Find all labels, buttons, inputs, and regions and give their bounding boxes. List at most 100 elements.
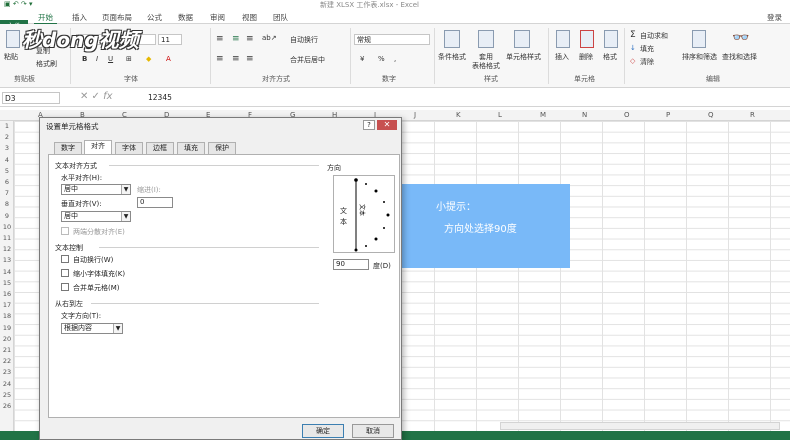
italic-icon[interactable]: I: [96, 55, 98, 63]
ok-button[interactable]: 确定: [302, 424, 344, 438]
row-header[interactable]: 20: [0, 335, 14, 343]
row-header[interactable]: 3: [0, 144, 14, 152]
row-header[interactable]: 17: [0, 301, 14, 309]
column-header[interactable]: R: [750, 111, 755, 119]
underline-icon[interactable]: U: [108, 55, 113, 63]
row-header[interactable]: 15: [0, 279, 14, 287]
cell-styles-icon[interactable]: [514, 30, 530, 48]
cell-styles-button[interactable]: 单元格样式: [506, 52, 541, 62]
conditional-format-icon[interactable]: [444, 30, 460, 48]
tab-page-layout[interactable]: 页面布局: [102, 12, 132, 23]
distributed-checkbox[interactable]: [61, 227, 69, 235]
align-middle-icon[interactable]: ≡: [232, 34, 240, 44]
tab-insert[interactable]: 插入: [72, 12, 87, 23]
row-header[interactable]: 4: [0, 156, 14, 164]
row-header[interactable]: 13: [0, 256, 14, 264]
quick-access-toolbar[interactable]: ▣ ↶ ↷ ▾: [4, 0, 33, 8]
v-align-select[interactable]: 居中 ▼: [61, 211, 131, 222]
align-left-icon[interactable]: ≡: [216, 54, 224, 64]
number-format-box[interactable]: 常规: [354, 34, 430, 45]
fill-color-icon[interactable]: ◆: [146, 55, 151, 63]
row-header[interactable]: 18: [0, 312, 14, 320]
row-header[interactable]: 10: [0, 223, 14, 231]
row-header[interactable]: 16: [0, 290, 14, 298]
tab-data[interactable]: 数据: [178, 12, 193, 23]
clear-icon[interactable]: ◇: [630, 57, 635, 65]
sort-filter-icon[interactable]: [692, 30, 706, 48]
name-box[interactable]: D3: [2, 92, 60, 104]
tab-number[interactable]: 数字: [54, 142, 82, 154]
tab-team[interactable]: 团队: [273, 12, 288, 23]
row-header[interactable]: 24: [0, 380, 14, 388]
fill-icon[interactable]: ↓: [630, 44, 636, 52]
cancel-button[interactable]: 取消: [352, 424, 394, 438]
tab-review[interactable]: 审阅: [210, 12, 225, 23]
format-painter-button[interactable]: 格式刷: [36, 59, 57, 69]
tab-font[interactable]: 字体: [115, 142, 143, 154]
column-header[interactable]: Q: [708, 111, 714, 119]
row-header[interactable]: 25: [0, 391, 14, 399]
vertical-text-option[interactable]: 文本: [340, 206, 348, 228]
row-header[interactable]: 6: [0, 178, 14, 186]
tab-formulas[interactable]: 公式: [147, 12, 162, 23]
wrap-text-button[interactable]: 自动换行: [290, 35, 318, 45]
indent-spinner[interactable]: 0: [137, 197, 173, 208]
conditional-format-button[interactable]: 条件格式: [438, 52, 466, 62]
align-right-icon[interactable]: ≡: [246, 54, 254, 64]
column-header[interactable]: P: [666, 111, 670, 119]
sort-filter-button[interactable]: 排序和筛选: [682, 52, 717, 62]
insert-cells-button[interactable]: 插入: [555, 52, 569, 62]
direction-select[interactable]: 根据内容 ▼: [61, 323, 123, 334]
shrink-checkbox[interactable]: [61, 269, 69, 277]
font-color-icon[interactable]: A: [166, 55, 171, 63]
tab-protection[interactable]: 保护: [208, 142, 236, 154]
delete-cells-icon[interactable]: [580, 30, 594, 48]
sum-icon[interactable]: Σ: [630, 30, 636, 40]
format-cells-icon[interactable]: [604, 30, 618, 48]
format-cells-button[interactable]: 格式: [603, 52, 617, 62]
orientation-arc[interactable]: 文本: [352, 176, 396, 254]
paste-button[interactable]: 粘贴: [4, 52, 18, 62]
column-header[interactable]: O: [624, 111, 630, 119]
column-header[interactable]: M: [540, 111, 546, 119]
tab-fill[interactable]: 填充: [177, 142, 205, 154]
find-select-button[interactable]: 查找和选择: [722, 52, 757, 62]
column-header[interactable]: J: [414, 111, 416, 119]
wrap-text-checkbox[interactable]: [61, 255, 69, 263]
row-header[interactable]: 1: [0, 122, 14, 130]
align-center-icon[interactable]: ≡: [232, 54, 240, 64]
border-icon[interactable]: ⊞: [126, 55, 132, 63]
column-header[interactable]: K: [456, 111, 461, 119]
table-format-icon[interactable]: [478, 30, 494, 48]
delete-cells-button[interactable]: 删除: [579, 52, 593, 62]
horizontal-scrollbar[interactable]: [500, 422, 780, 430]
tab-view[interactable]: 视图: [242, 12, 257, 23]
bold-icon[interactable]: B: [82, 55, 87, 63]
align-top-icon[interactable]: ≡: [216, 34, 224, 44]
close-button[interactable]: ✕: [377, 120, 397, 130]
insert-cells-icon[interactable]: [556, 30, 570, 48]
formula-input[interactable]: 12345: [148, 93, 172, 102]
column-header[interactable]: N: [582, 111, 587, 119]
clear-button[interactable]: 清除: [640, 57, 654, 67]
h-align-select[interactable]: 居中 ▼: [61, 184, 131, 195]
paste-icon[interactable]: [6, 30, 20, 48]
row-header[interactable]: 11: [0, 234, 14, 242]
row-header[interactable]: 26: [0, 402, 14, 410]
row-header[interactable]: 23: [0, 368, 14, 376]
fill-button[interactable]: 填充: [640, 44, 654, 54]
row-header[interactable]: 21: [0, 346, 14, 354]
row-header[interactable]: 14: [0, 268, 14, 276]
merge-checkbox[interactable]: [61, 283, 69, 291]
orientation-icon[interactable]: ab↗: [262, 34, 277, 42]
align-bottom-icon[interactable]: ≡: [246, 34, 254, 44]
formula-icons[interactable]: ✕ ✓ fx: [80, 91, 113, 102]
autosum-button[interactable]: 自动求和: [640, 31, 668, 41]
degrees-spinner[interactable]: 90: [333, 259, 369, 270]
column-header[interactable]: L: [498, 111, 502, 119]
orientation-dial[interactable]: 文本 文本: [333, 175, 395, 253]
row-header[interactable]: 7: [0, 189, 14, 197]
font-size-box[interactable]: 11: [158, 34, 182, 45]
row-header[interactable]: 8: [0, 200, 14, 208]
currency-icon[interactable]: ¥: [360, 55, 364, 63]
